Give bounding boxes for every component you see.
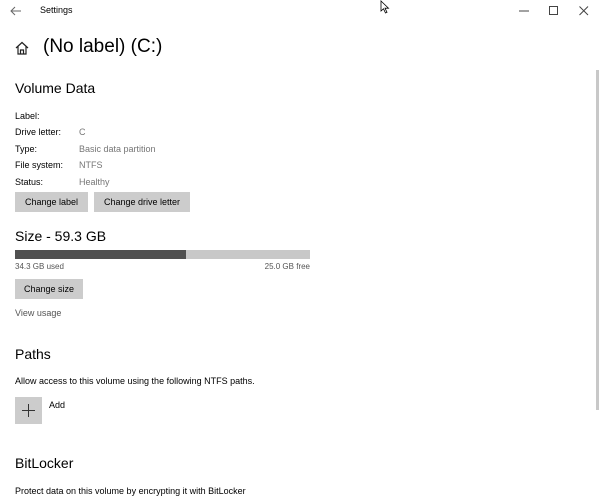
- usage-bar: [15, 250, 310, 259]
- used-space-text: 34.3 GB used: [15, 262, 64, 271]
- maximize-button[interactable]: [539, 2, 569, 20]
- change-drive-letter-button[interactable]: Change drive letter: [94, 192, 190, 212]
- minimize-button[interactable]: [509, 2, 539, 20]
- file-system-label: File system:: [15, 160, 64, 170]
- bitlocker-description: Protect data on this volume by encryptin…: [15, 486, 246, 496]
- home-icon: [15, 41, 29, 55]
- back-arrow-icon: [10, 6, 21, 16]
- drive-letter-label: Drive letter:: [15, 127, 62, 137]
- plus-icon: [22, 404, 35, 417]
- change-label-button[interactable]: Change label: [15, 192, 88, 212]
- mouse-cursor-icon: [380, 0, 390, 14]
- status-label: Status:: [15, 177, 44, 187]
- view-usage-link[interactable]: View usage: [15, 308, 61, 318]
- paths-heading: Paths: [15, 346, 51, 362]
- back-button[interactable]: [8, 3, 24, 19]
- title-bar: Settings: [0, 0, 600, 22]
- type-label: Type:: [15, 144, 38, 154]
- file-system-value: NTFS: [79, 160, 103, 170]
- change-size-button[interactable]: Change size: [15, 279, 83, 299]
- close-icon: [579, 6, 589, 16]
- scrollbar[interactable]: [596, 70, 599, 410]
- add-path-label[interactable]: Add: [49, 400, 65, 410]
- free-space-text: 25.0 GB free: [264, 262, 310, 271]
- volume-data-heading: Volume Data: [15, 80, 96, 96]
- usage-bar-fill: [15, 250, 186, 259]
- bitlocker-heading: BitLocker: [15, 455, 74, 471]
- maximize-icon: [549, 6, 558, 15]
- add-path-button[interactable]: [15, 397, 42, 424]
- label-property-label: Label:: [15, 111, 40, 121]
- page-title: (No label) (C:): [43, 36, 163, 57]
- size-heading: Size - 59.3 GB: [15, 228, 107, 244]
- minimize-icon: [519, 10, 529, 12]
- paths-description: Allow access to this volume using the fo…: [15, 376, 255, 386]
- home-button[interactable]: [14, 40, 30, 56]
- status-value: Healthy: [79, 177, 110, 187]
- type-value: Basic data partition: [79, 144, 156, 154]
- window-title: Settings: [40, 5, 73, 15]
- drive-letter-value: C: [79, 127, 86, 137]
- close-button[interactable]: [569, 2, 599, 20]
